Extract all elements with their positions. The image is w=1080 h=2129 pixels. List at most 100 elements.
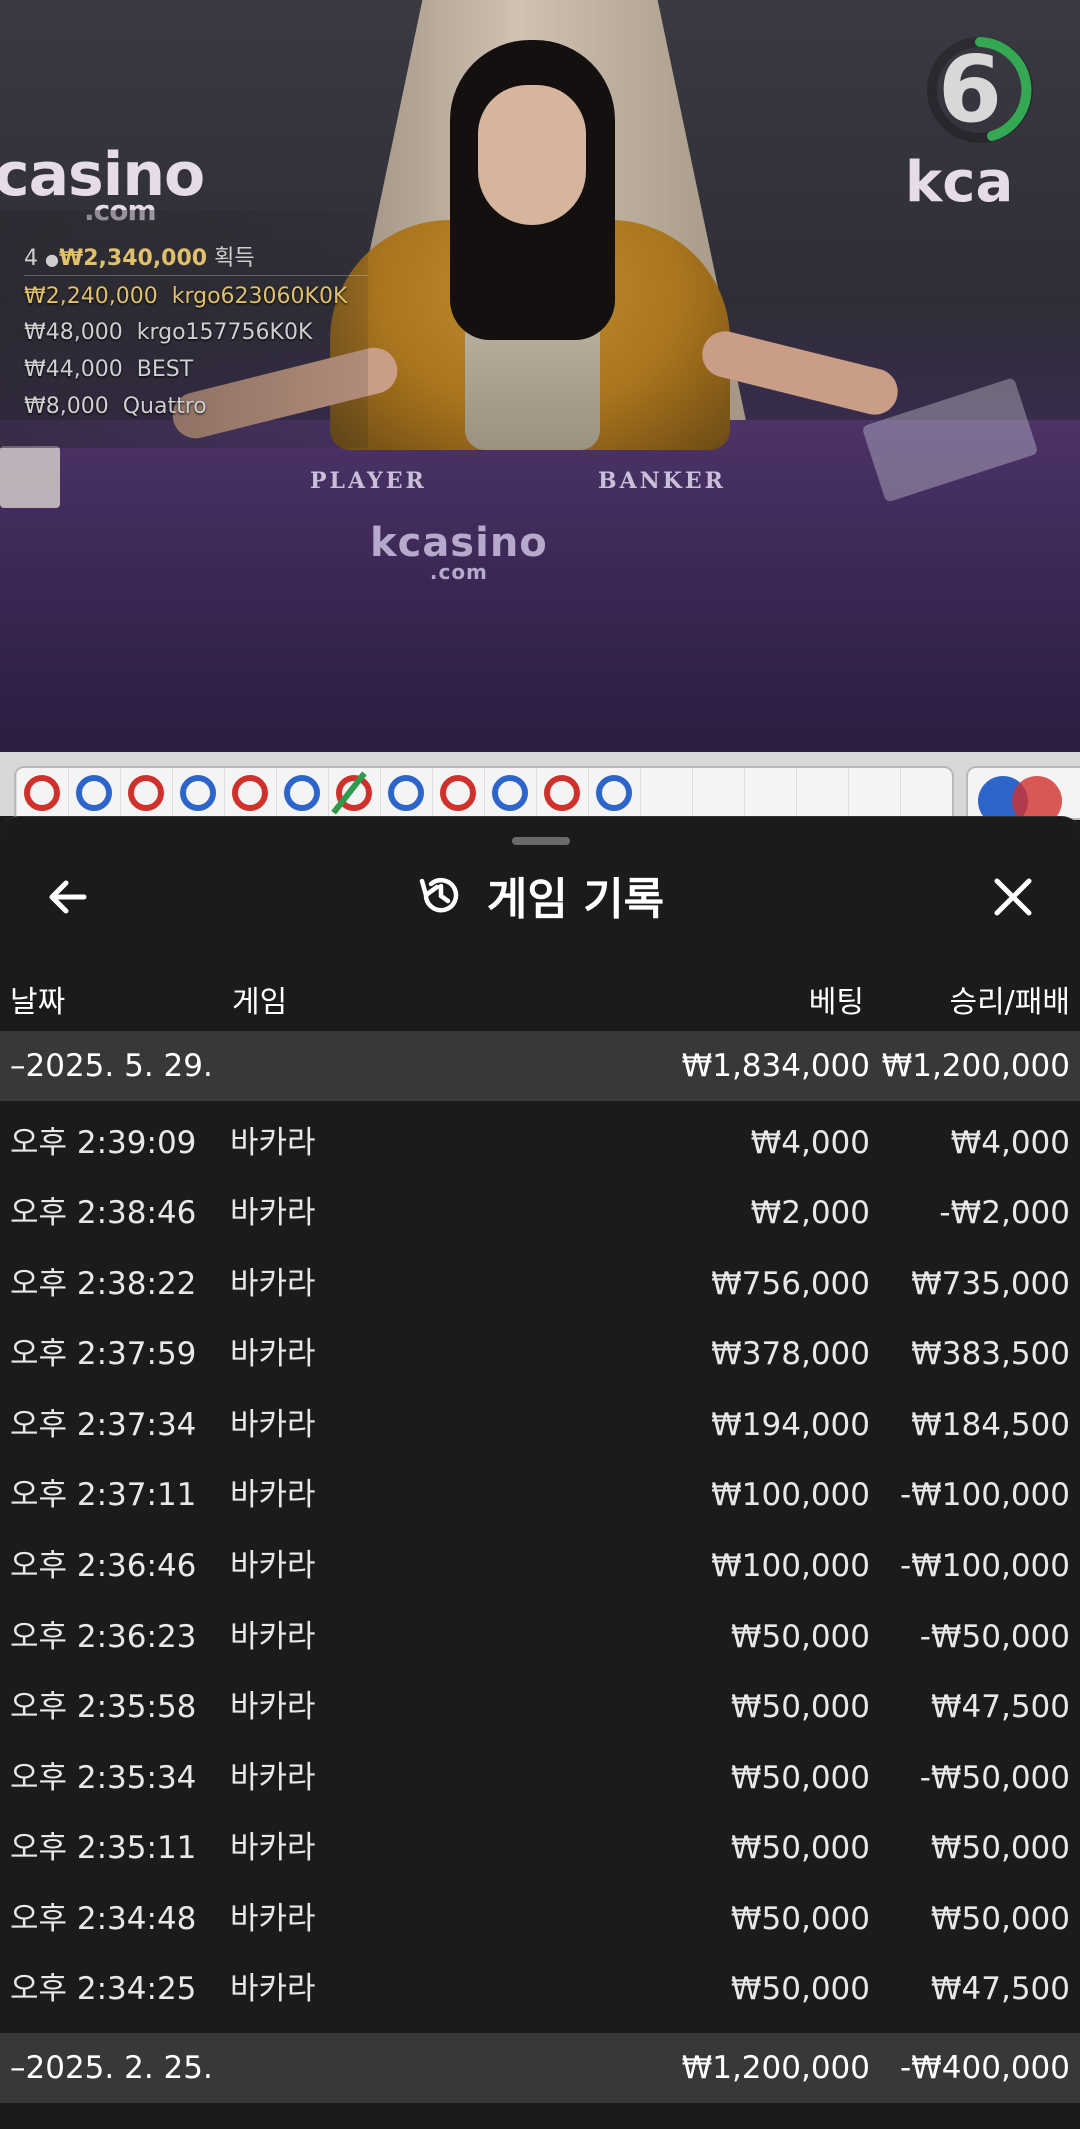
row-time: 오후 2:35:34 <box>10 1760 197 1796</box>
row-bet: ₩4,000 <box>750 1125 870 1161</box>
date-group-header[interactable]: –2025. 2. 25. ₩1,200,000 -₩400,000 <box>0 2033 1080 2103</box>
card-stack <box>0 446 60 508</box>
row-time: 오후 2:36:23 <box>10 1619 197 1655</box>
row-bet: ₩194,000 <box>711 1407 870 1443</box>
row-time: 오후 2:37:34 <box>10 1407 197 1443</box>
row-time: 오후 2:34:48 <box>10 1901 197 1937</box>
group-date: –2025. 2. 25. <box>10 2050 213 2086</box>
player-bead <box>388 775 424 811</box>
winner-entry: ₩48,000 krgo157756K0K <box>24 320 312 345</box>
table-row[interactable]: 오후 2:34:25 바카라 ₩50,000 ₩47,500 <box>0 1954 1080 2024</box>
row-time: 오후 2:35:58 <box>10 1689 197 1725</box>
row-bet: ₩100,000 <box>711 1548 870 1584</box>
winner-amount: ₩44,000 <box>24 357 123 382</box>
column-header-result[interactable]: 승리/패배 <box>949 977 1070 1021</box>
row-bet: ₩50,000 <box>730 1689 870 1725</box>
row-result: -₩50,000 <box>919 1619 1070 1655</box>
row-game: 바카라 <box>230 1336 316 1372</box>
winner-entry: ₩2,240,000 krgo623060K0K <box>24 284 347 309</box>
row-time: 오후 2:35:11 <box>10 1830 197 1866</box>
player-bead <box>596 775 632 811</box>
banker-bead <box>24 775 60 811</box>
table-row[interactable]: 오후 2:37:34 바카라 ₩194,000 ₩184,500 <box>0 1390 1080 1460</box>
banker-bead <box>440 775 476 811</box>
row-bet: ₩50,000 <box>730 1619 870 1655</box>
row-game: 바카라 <box>230 1830 316 1866</box>
winners-total-suffix: 획득 <box>214 246 255 271</box>
row-time: 오후 2:38:46 <box>10 1195 197 1231</box>
row-game: 바카라 <box>230 1548 316 1584</box>
row-result: ₩50,000 <box>930 1901 1070 1937</box>
table-row[interactable]: 오후 2:37:59 바카라 ₩378,000 ₩383,500 <box>0 1319 1080 1389</box>
row-game: 바카라 <box>230 1619 316 1655</box>
row-time: 오후 2:39:09 <box>10 1125 197 1161</box>
table-row[interactable]: 오후 2:35:58 바카라 ₩50,000 ₩47,500 <box>0 1672 1080 1742</box>
winners-count: 4 <box>24 246 38 271</box>
group-date: –2025. 5. 29. <box>10 1048 213 1084</box>
player-bead <box>492 775 528 811</box>
table-row[interactable]: 오후 2:35:34 바카라 ₩50,000 -₩50,000 <box>0 1743 1080 1813</box>
road-toggle-icon[interactable] <box>966 766 1080 826</box>
row-game: 바카라 <box>230 1195 316 1231</box>
row-result: ₩47,500 <box>930 1971 1070 2007</box>
row-game: 바카라 <box>230 1760 316 1796</box>
table-row[interactable]: 오후 2:36:23 바카라 ₩50,000 -₩50,000 <box>0 1602 1080 1672</box>
winner-name: BEST <box>136 357 194 382</box>
row-bet: ₩100,000 <box>711 1477 870 1513</box>
row-time: 오후 2:36:46 <box>10 1548 197 1584</box>
row-game: 바카라 <box>230 1266 316 1302</box>
row-result: ₩47,500 <box>930 1689 1070 1725</box>
table-row[interactable]: 오후 2:34:48 바카라 ₩50,000 ₩50,000 <box>0 1884 1080 1954</box>
user-icon: ● <box>45 250 59 269</box>
table-row[interactable]: 오후 2:38:22 바카라 ₩756,000 ₩735,000 <box>0 1249 1080 1319</box>
row-bet: ₩50,000 <box>730 1760 870 1796</box>
table-row[interactable]: 오후 2:37:11 바카라 ₩100,000 -₩100,000 <box>0 1460 1080 1530</box>
felt-logo: kcasino .com <box>370 520 548 584</box>
winners-divider <box>24 275 368 276</box>
table-row[interactable]: 오후 2:38:46 바카라 ₩2,000 -₩2,000 <box>0 1178 1080 1248</box>
bead-road[interactable] <box>14 766 954 820</box>
felt-player-label: PLAYER <box>310 468 427 494</box>
brand-logo-right: kca <box>905 150 1014 215</box>
brand-logo-left: casino .com <box>0 140 205 227</box>
row-result: ₩735,000 <box>911 1266 1070 1302</box>
banker-bead <box>544 775 580 811</box>
sheet-title: 게임 기록 <box>486 874 665 925</box>
column-header-date[interactable]: 날짜 <box>10 977 65 1021</box>
winner-name: krgo157756K0K <box>136 320 313 345</box>
table-row[interactable]: 오후 2:35:11 바카라 ₩50,000 ₩50,000 <box>0 1813 1080 1883</box>
row-bet: ₩756,000 <box>711 1266 870 1302</box>
banker-bead <box>232 775 268 811</box>
winners-header: 4 ●₩2,340,000 획득 <box>24 240 255 272</box>
sheet-header: 게임 기록 <box>0 863 1080 933</box>
column-header-bet[interactable]: 베팅 <box>809 977 864 1021</box>
column-header-game[interactable]: 게임 <box>232 977 287 1021</box>
winner-entry: ₩44,000 BEST <box>24 357 193 382</box>
table-row[interactable]: 오후 2:39:09 바카라 ₩4,000 ₩4,000 <box>0 1108 1080 1178</box>
row-result: -₩50,000 <box>919 1760 1070 1796</box>
group-bet-total: ₩1,200,000 <box>681 2050 870 2086</box>
group-result-total: ₩1,200,000 <box>881 1048 1070 1084</box>
sheet-drag-handle[interactable] <box>512 837 570 845</box>
winner-amount: ₩8,000 <box>24 394 109 419</box>
winner-entry: ₩8,000 Quattro <box>24 394 207 419</box>
row-result: ₩50,000 <box>930 1830 1070 1866</box>
game-history-sheet: 게임 기록 날짜 게임 베팅 승리/패배 –2025. 5. 29. ₩1,83… <box>0 816 1080 2129</box>
player-bead <box>180 775 216 811</box>
row-bet: ₩50,000 <box>730 1830 870 1866</box>
date-group-header[interactable]: –2025. 5. 29. ₩1,834,000 ₩1,200,000 <box>0 1031 1080 1101</box>
group-result-total: -₩400,000 <box>899 2050 1070 2086</box>
close-icon[interactable] <box>985 869 1041 925</box>
row-result: ₩4,000 <box>950 1125 1070 1161</box>
row-bet: ₩50,000 <box>730 1901 870 1937</box>
player-bead <box>284 775 320 811</box>
table-row[interactable]: 오후 2:36:46 바카라 ₩100,000 -₩100,000 <box>0 1531 1080 1601</box>
winner-amount: ₩2,240,000 <box>24 284 158 309</box>
row-result: -₩100,000 <box>899 1477 1070 1513</box>
live-video: PLAYER BANKER kcasino .com casino .com k… <box>0 0 1080 752</box>
row-time: 오후 2:37:59 <box>10 1336 197 1372</box>
row-result: -₩2,000 <box>939 1195 1070 1231</box>
winner-name: Quattro <box>122 394 207 419</box>
row-bet: ₩2,000 <box>750 1195 870 1231</box>
winner-amount: ₩48,000 <box>24 320 123 345</box>
